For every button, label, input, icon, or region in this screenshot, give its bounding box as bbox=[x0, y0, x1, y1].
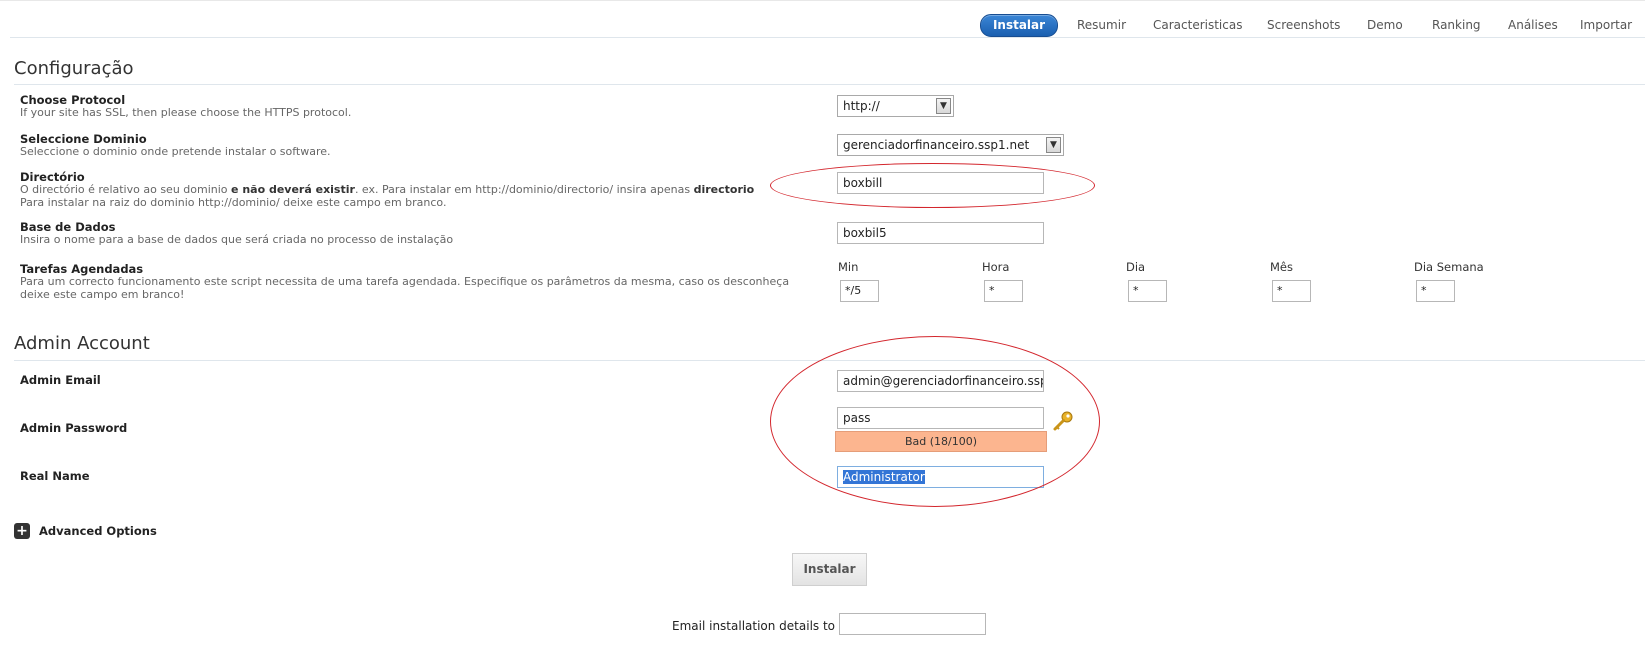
email-details-input[interactable] bbox=[839, 613, 986, 635]
section-title-admin: Admin Account bbox=[14, 333, 150, 354]
tab-screenshots[interactable]: Screenshots bbox=[1267, 18, 1340, 32]
tab-ranking[interactable]: Ranking bbox=[1432, 18, 1481, 32]
cron-desc: Para um correcto funcionamento este scri… bbox=[20, 275, 790, 288]
protocol-desc: If your site has SSL, then please choose… bbox=[20, 106, 352, 119]
tab-importar[interactable]: Importar bbox=[1580, 18, 1632, 32]
database-input[interactable]: boxbil5 bbox=[837, 222, 1044, 244]
domain-select[interactable]: gerenciadorfinanceiro.ssp1.net ▼ bbox=[837, 134, 1064, 156]
annotation-ellipse-admin bbox=[770, 336, 1100, 507]
cron-dia-semana-label: Dia Semana bbox=[1414, 260, 1484, 274]
cron-dia-semana-input[interactable]: * bbox=[1416, 280, 1455, 302]
cron-dia-label: Dia bbox=[1126, 260, 1146, 274]
protocol-label: Choose Protocol bbox=[20, 93, 126, 107]
cron-hora-input[interactable]: * bbox=[984, 280, 1023, 302]
email-details-label: Email installation details to : bbox=[672, 619, 843, 633]
domain-desc: Seleccione o dominio onde pretende insta… bbox=[20, 145, 331, 158]
directory-desc: O directório é relativo ao seu dominio e… bbox=[20, 183, 755, 196]
cron-hora-label: Hora bbox=[982, 260, 1010, 274]
admin-email-label: Admin Email bbox=[20, 373, 101, 387]
cron-dia-input[interactable]: * bbox=[1128, 280, 1167, 302]
cron-desc-line2: deixe este campo em branco! bbox=[20, 288, 185, 301]
section-divider-config bbox=[14, 84, 1645, 85]
real-name-label: Real Name bbox=[20, 469, 90, 483]
cron-label: Tarefas Agendadas bbox=[20, 262, 144, 276]
chevron-down-icon[interactable]: ▼ bbox=[936, 98, 951, 114]
directory-desc-line2: Para instalar na raiz do dominio http://… bbox=[20, 196, 447, 209]
protocol-select-value: http:// bbox=[843, 99, 880, 113]
admin-password-label: Admin Password bbox=[20, 421, 128, 435]
chevron-down-icon[interactable]: ▼ bbox=[1046, 137, 1061, 153]
nav-divider bbox=[10, 37, 1645, 38]
annotation-ellipse-directory bbox=[770, 163, 1095, 208]
tab-demo[interactable]: Demo bbox=[1367, 18, 1403, 32]
advanced-options-toggle[interactable]: Advanced Options bbox=[39, 524, 157, 538]
cron-mes-label: Mês bbox=[1270, 260, 1293, 274]
domain-select-value: gerenciadorfinanceiro.ssp1.net bbox=[843, 138, 1030, 152]
tab-caracteristicas[interactable]: Caracteristicas bbox=[1153, 18, 1242, 32]
cron-min-label: Min bbox=[838, 260, 859, 274]
tab-resumir[interactable]: Resumir bbox=[1077, 18, 1126, 32]
directory-label: Directório bbox=[20, 170, 85, 184]
cron-min-input[interactable]: */5 bbox=[840, 280, 879, 302]
protocol-select[interactable]: http:// ▼ bbox=[837, 95, 954, 117]
install-button[interactable]: Instalar bbox=[792, 553, 867, 586]
domain-label: Seleccione Dominio bbox=[20, 132, 147, 146]
database-label: Base de Dados bbox=[20, 220, 116, 234]
tab-analises[interactable]: Análises bbox=[1508, 18, 1558, 32]
section-title-config: Configuração bbox=[14, 58, 134, 79]
database-desc: Insira o nome para a base de dados que s… bbox=[20, 233, 454, 246]
plus-icon[interactable]: + bbox=[14, 523, 30, 539]
top-border bbox=[0, 0, 1645, 1]
tab-instalar[interactable]: Instalar bbox=[980, 14, 1058, 37]
cron-mes-input[interactable]: * bbox=[1272, 280, 1311, 302]
